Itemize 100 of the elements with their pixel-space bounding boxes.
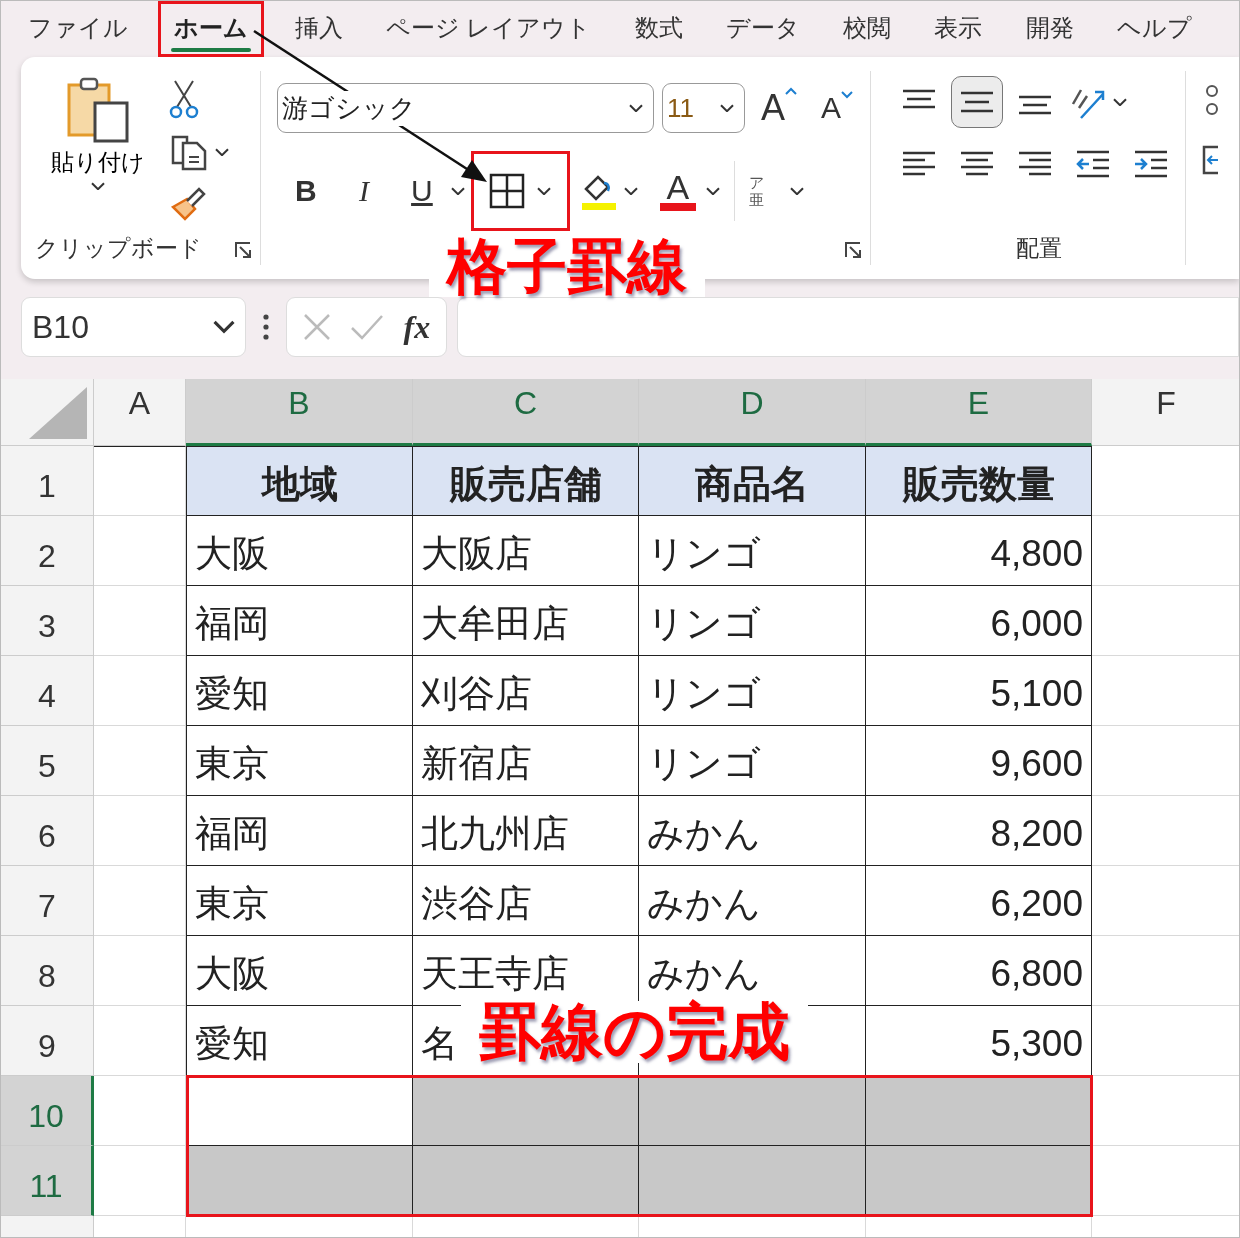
chevron-down-icon <box>537 186 552 196</box>
chevron-down-icon <box>719 103 734 113</box>
copy-button[interactable] <box>169 133 229 171</box>
table-cell: 渋谷店 <box>413 866 639 936</box>
table-cell: 6,000 <box>866 586 1092 656</box>
phonetic-button[interactable]: ア 亜 <box>749 174 765 208</box>
column-header[interactable]: E <box>866 379 1092 446</box>
copy-icon <box>169 133 209 171</box>
column-header[interactable]: F <box>1092 379 1239 446</box>
row-header[interactable]: 7 <box>1 866 94 936</box>
formula-input[interactable] <box>457 297 1239 357</box>
table-cell: 東京 <box>186 726 413 796</box>
font-color-button[interactable]: A <box>659 171 696 211</box>
row-header[interactable]: 1 <box>1 446 94 516</box>
bold-button[interactable]: B <box>276 174 335 208</box>
table-cell: 福岡 <box>186 586 413 656</box>
chevron-down-icon <box>213 320 235 334</box>
row-header[interactable]: 11 <box>1 1146 94 1216</box>
menu-tab[interactable]: 数式 <box>621 1 696 57</box>
column-header[interactable]: D <box>639 379 866 446</box>
borders-button[interactable] <box>470 151 570 231</box>
insert-function-button[interactable]: fx <box>403 308 431 346</box>
font-name-dropdown[interactable]: 游ゴシック <box>276 83 654 133</box>
table-cell: 福岡 <box>186 796 413 866</box>
chevron-down-icon <box>450 186 465 196</box>
table-cell: みかん <box>639 866 866 936</box>
table-cell: 刈谷店 <box>413 656 639 726</box>
row-header[interactable]: 6 <box>1 796 94 866</box>
menu-tab[interactable]: データ <box>712 1 813 57</box>
row-header[interactable]: 10 <box>1 1076 94 1146</box>
column-header[interactable]: C <box>413 379 639 446</box>
row-header[interactable]: 5 <box>1 726 94 796</box>
underline-button[interactable]: U <box>392 174 451 208</box>
header-cell: 地域 <box>186 446 413 516</box>
row-header[interactable]: 3 <box>1 586 94 656</box>
chevron-down-icon <box>705 186 720 196</box>
row-header[interactable]: 8 <box>1 936 94 1006</box>
outdent-icon <box>1075 149 1112 179</box>
table-cell: 東京 <box>186 866 413 936</box>
table-cell: 愛知 <box>186 656 413 726</box>
chevron-down-icon <box>623 186 638 196</box>
menu-tab[interactable]: 校閲 <box>830 1 905 57</box>
name-box[interactable]: B10 <box>21 297 246 357</box>
menu-tab[interactable]: 開発 <box>1012 1 1087 57</box>
table-cell: リンゴ <box>639 656 866 726</box>
table-cell: 8,200 <box>866 796 1092 866</box>
grow-font-button[interactable]: A <box>752 87 805 129</box>
menu-tab[interactable]: 挿入 <box>281 1 356 57</box>
scissors-icon <box>169 79 199 119</box>
table-cell: 大阪店 <box>413 516 639 586</box>
vertical-align-button[interactable] <box>951 76 1004 128</box>
caret-up-icon <box>784 87 797 95</box>
table-cell: 北九州店 <box>413 796 639 866</box>
table-cell: 6,200 <box>866 866 1092 936</box>
checkmark-icon[interactable] <box>350 314 385 340</box>
table-cell: 大牟田店 <box>413 586 639 656</box>
table-cell: 愛知 <box>186 1006 413 1076</box>
row-header[interactable]: 2 <box>1 516 94 586</box>
chevron-down-icon <box>790 186 805 196</box>
shrink-font-button[interactable]: A <box>812 91 861 125</box>
menu-tab[interactable]: ファイル <box>15 1 141 57</box>
brush-icon <box>169 185 207 221</box>
table-cell: リンゴ <box>639 726 866 796</box>
row-header[interactable]: 9 <box>1 1006 94 1076</box>
group-label: クリップボード <box>33 234 203 263</box>
header-cell: 販売店舗 <box>413 446 639 516</box>
table-cell: 大阪 <box>186 936 413 1006</box>
chevron-down-icon <box>215 147 229 157</box>
menu-tab[interactable]: ホーム <box>158 1 265 57</box>
indent-icon <box>1133 149 1170 179</box>
table-cell: 新宿店 <box>413 726 639 796</box>
header-cell: 販売数量 <box>866 446 1092 516</box>
table-cell: 大阪 <box>186 516 413 586</box>
font-size-dropdown[interactable]: 11 <box>661 83 745 133</box>
caret-down-icon <box>840 91 853 99</box>
chevron-down-icon <box>628 103 643 113</box>
italic-button[interactable]: I <box>334 174 393 208</box>
menu-tab[interactable]: ヘルプ <box>1103 1 1205 57</box>
callout-label: 格子罫線 <box>429 237 705 297</box>
column-header[interactable]: B <box>186 379 413 446</box>
table-cell: リンゴ <box>639 516 866 586</box>
table-cell: 5,300 <box>866 1006 1092 1076</box>
menu-tab[interactable]: 表示 <box>921 1 996 57</box>
table-cell: 6,800 <box>866 936 1092 1006</box>
table-cell: 4,800 <box>866 516 1092 586</box>
dialog-launcher-icon[interactable] <box>233 241 252 259</box>
table-cell: みかん <box>639 796 866 866</box>
table-cell: 5,100 <box>866 656 1092 726</box>
table-cell: リンゴ <box>639 586 866 656</box>
table-cell: 9,600 <box>866 726 1092 796</box>
clipboard-icon <box>65 77 131 143</box>
group-label: 配置 <box>1014 234 1063 263</box>
chevron-down-icon <box>1113 97 1128 107</box>
header-cell: 商品名 <box>639 446 866 516</box>
chevron-down-icon <box>91 182 105 191</box>
menu-tab[interactable]: ページ レイアウト <box>372 1 605 57</box>
dialog-launcher-icon[interactable] <box>844 241 863 259</box>
paste-button[interactable]: 貼り付け <box>51 77 145 231</box>
grid-border-icon <box>489 173 526 209</box>
row-header[interactable]: 4 <box>1 656 94 726</box>
